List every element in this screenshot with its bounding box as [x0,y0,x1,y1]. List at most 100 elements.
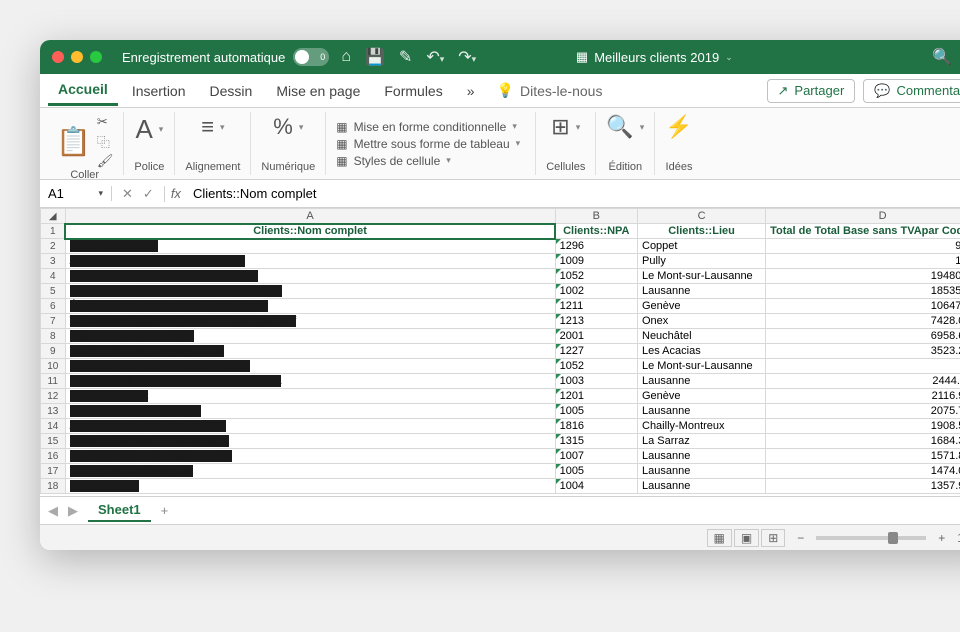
cell[interactable]: 19777.5 [766,254,960,269]
row-header[interactable]: 7 [41,314,66,329]
cell[interactable]: Lausanne [638,404,766,419]
tab-mise-en-page[interactable]: Mise en page [266,77,370,105]
cell[interactable]: Coppet [638,239,766,254]
row-header[interactable]: 16 [41,449,66,464]
cell[interactable]: 1003 [555,374,637,389]
search-icon[interactable]: 🔍 [932,47,952,67]
cell[interactable]: Assal Médical SA - Thévenaz Sylvie [65,254,555,269]
cell[interactable]: 1908.542247 [766,419,960,434]
cell[interactable]: Thinka Architecture studio sàrl - Haidin… [65,314,555,329]
edit-icon[interactable]: ✎ [399,47,412,67]
row-header[interactable]: 18 [41,479,66,494]
cell[interactable]: 2075.766017 [766,404,960,419]
cell[interactable]: Chapel Cédric [65,479,555,494]
column-header-c[interactable]: C [638,209,766,224]
ribbon-ideas-group[interactable]: ⚡ Idées [655,112,702,175]
zoom-in-button[interactable]: + [938,531,945,545]
cut-icon[interactable]: ✂ [97,114,114,130]
format-as-table-button[interactable]: ▦Mettre sous forme de tableau▾ [336,137,520,151]
undo-icon[interactable]: ↶▾ [426,47,444,67]
cell[interactable]: Fondation Mode d'emploi - Robert Claudin… [65,284,555,299]
cell[interactable]: 1052 [555,269,637,284]
name-box[interactable]: A1▾ [40,186,112,201]
share-button[interactable]: ↗Partager [767,79,856,103]
row-header[interactable]: 12 [41,389,66,404]
redo-icon[interactable]: ↷▾ [458,47,476,67]
tab-dessin[interactable]: Dessin [200,77,263,105]
cell[interactable]: André Rothen SA - Bise Laurent [65,419,555,434]
cell[interactable]: Balthazar Sàrl - Balthasar Thierry [65,449,555,464]
cell[interactable]: 1474.094708 [766,464,960,479]
accept-formula-icon[interactable]: ✓ [143,186,154,202]
cell-c1[interactable]: Clients::Lieu [638,224,766,239]
cell[interactable]: 1002 [555,284,637,299]
cell-d1[interactable]: Total de Total Base sans TVApar Code cli… [766,224,960,239]
cancel-formula-icon[interactable]: ✕ [122,186,133,202]
ribbon-edit-group[interactable]: 🔍▾ Édition [596,112,655,175]
fx-label[interactable]: fx [165,186,187,201]
cell[interactable]: 6958.644383 [766,329,960,344]
cell[interactable]: Musée du Cheval - Drux Isabelle [65,434,555,449]
row-header[interactable]: 9 [41,344,66,359]
document-title[interactable]: ▦ Meilleurs clients 2019 ⌄ [576,49,733,65]
cell[interactable]: 97907.5 [766,239,960,254]
row-header[interactable]: 8 [41,329,66,344]
sheet-nav-prev[interactable]: ◀ [48,503,58,519]
maximize-window-button[interactable] [90,51,102,63]
ribbon-paste-group[interactable]: 📋 ✂ ⿻ 🖌 Coller [46,112,124,175]
cell[interactable]: 1571.866295 [766,449,960,464]
sheet-nav-next[interactable]: ▶ [68,503,78,519]
row-header[interactable]: 2 [41,239,66,254]
cell[interactable]: FuturPlus - Gentsch Noël [65,464,555,479]
page-layout-view-icon[interactable]: ▣ [734,529,759,547]
close-window-button[interactable] [52,51,64,63]
normal-view-icon[interactable]: ▦ [707,529,732,547]
cell[interactable]: 1684.308264 [766,434,960,449]
row-header[interactable]: 17 [41,464,66,479]
zoom-out-button[interactable]: − [797,531,804,545]
conditional-formatting-button[interactable]: ▦Mise en forme conditionnelle▾ [336,120,517,134]
row-header[interactable]: 15 [41,434,66,449]
tabs-overflow[interactable]: » [457,77,485,105]
cell[interactable]: 19480.03714 [766,269,960,284]
ribbon-font-group[interactable]: A▾ Police [124,112,175,175]
cell[interactable]: Les Acacias [638,344,766,359]
row-header[interactable]: 3 [41,254,66,269]
cell[interactable]: 1315 [555,434,637,449]
cell[interactable]: 1005 [555,404,637,419]
cell[interactable]: Neuchâtel [638,329,766,344]
cell[interactable]: 1296 [555,239,637,254]
cell[interactable]: 1005 [555,464,637,479]
cell[interactable]: 1213 [555,314,637,329]
cell[interactable]: BBM 74 - Vuillard Vincent [65,329,555,344]
cell[interactable]: Pully [638,254,766,269]
ribbon-cells-group[interactable]: ⊞▾ Cellules [536,112,596,175]
cell[interactable]: Lausanne [638,464,766,479]
cell-b1[interactable]: Clients::NPA [555,224,637,239]
row-header[interactable]: 11 [41,374,66,389]
cell[interactable]: Lausanne [638,374,766,389]
ribbon-align-group[interactable]: ≡▾ Alignement [175,112,251,175]
cell[interactable]: 1201 [555,389,637,404]
cell-styles-button[interactable]: ▦Styles de cellule▾ [336,154,451,168]
row-header[interactable]: 13 [41,404,66,419]
cell[interactable]: La Sarraz [638,434,766,449]
cell[interactable]: 1211 [555,299,637,314]
row-header[interactable]: 14 [41,419,66,434]
cell[interactable]: 2116.991643 [766,389,960,404]
cell[interactable]: 1816 [555,419,637,434]
cell[interactable]: 1227 [555,344,637,359]
cell[interactable]: Micro Consulting SA - Mulder Roland [65,359,555,374]
cell[interactable]: Genève [638,389,766,404]
cell[interactable]: Onex [638,314,766,329]
cell[interactable]: 2444.011142 [766,374,960,389]
sheet-tab-sheet1[interactable]: Sheet1 [88,499,151,522]
cell-a1[interactable]: Clients::Nom complet [65,224,555,239]
save-icon[interactable]: 💾 [365,47,385,67]
formula-input[interactable]: Clients::Nom complet [187,186,960,201]
cell[interactable]: 1007 [555,449,637,464]
cell[interactable]: Éditions Calligram [65,239,555,254]
home-icon[interactable]: ⌂ [341,48,351,66]
cell[interactable]: différences & compétences - Chkaïmi Aiss… [65,374,555,389]
page-break-view-icon[interactable]: ⊞ [761,529,785,547]
